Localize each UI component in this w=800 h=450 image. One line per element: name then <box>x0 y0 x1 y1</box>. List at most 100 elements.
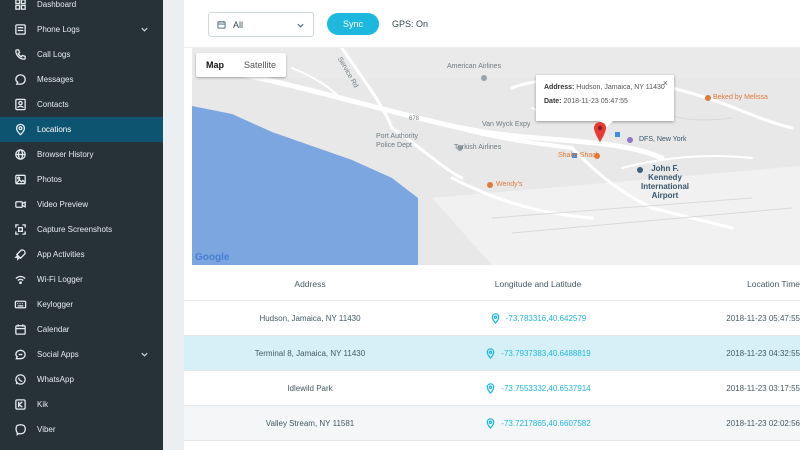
map-base <box>192 48 800 265</box>
phone-logs-icon <box>14 23 27 36</box>
filter-select[interactable]: All <box>208 12 314 37</box>
sidebar-item-label: Messages <box>37 75 74 84</box>
table-row[interactable]: Hudson, Jamaica, NY 11430 -73.783316,40.6… <box>184 301 800 336</box>
cell-address: Hudson, Jamaica, NY 11430 <box>259 313 361 323</box>
cell-coords[interactable]: -73.7553332,40.6537914 <box>436 382 640 394</box>
viber-icon <box>14 423 27 436</box>
sidebar-item-photos[interactable]: Photos <box>0 167 163 192</box>
sidebar-item-phone-logs[interactable]: Phone Logs <box>0 17 163 42</box>
tab-map[interactable]: Map <box>196 53 234 77</box>
phone-icon <box>14 48 27 61</box>
rocket-icon <box>14 248 27 261</box>
filter-value: All <box>233 19 244 30</box>
sidebar-item-capture-screenshots[interactable]: Capture Screenshots <box>0 217 163 242</box>
table-row[interactable]: Terminal 8, Jamaica, NY 11430 -73.7937383… <box>184 336 800 371</box>
column-header-address: Address <box>294 278 326 289</box>
sidebar-item-label: Social Apps <box>37 350 79 359</box>
table-row[interactable]: Idlewild Park -73.7553332,40.6537914 2018-… <box>184 371 800 406</box>
sync-button[interactable]: Sync <box>327 13 379 35</box>
location-pin-icon <box>485 382 496 394</box>
cell-address: Idlewild Park <box>287 383 333 393</box>
whatsapp-icon <box>14 373 27 386</box>
location-pin-icon <box>490 312 501 324</box>
cell-time: 2018-11-23 04:32:55 <box>726 348 800 358</box>
cell-coords[interactable]: -73.783316,40.642579 <box>436 312 640 324</box>
video-camera-icon <box>14 198 27 211</box>
cell-time: 2018-11-23 02:02:56 <box>726 418 800 428</box>
sidebar-item-calendar[interactable]: Calendar <box>0 317 163 342</box>
sidebar-item-label: WhatsApp <box>37 375 74 384</box>
cell-coords[interactable]: -73.7937383,40.6488819 <box>436 347 640 359</box>
sidebar-item-label: App Activities <box>37 250 85 259</box>
main-panel: All Sync GPS: On Map Satellite American … <box>184 0 800 450</box>
calendar-icon <box>14 323 27 336</box>
cell-time: 2018-11-23 03:17:55 <box>726 383 800 393</box>
coords-link[interactable]: -73.783316,40.642579 <box>506 314 587 323</box>
coords-link[interactable]: -73.7937383,40.6488819 <box>501 349 590 358</box>
table-row[interactable]: Valley Stream, NY 11581 -73.7217865,40.66… <box>184 406 800 441</box>
location-pin-icon <box>14 123 27 136</box>
kik-icon <box>14 398 27 411</box>
sidebar-item-label: Photos <box>37 175 62 184</box>
sidebar-item-call-logs[interactable]: Call Logs <box>0 42 163 67</box>
info-address: Address: Hudson, Jamaica, NY 11430 <box>544 84 665 91</box>
map-label-dfs: DFS, New York <box>639 136 687 143</box>
sidebar-item-label: Calendar <box>37 325 70 334</box>
coords-link[interactable]: -73.7217865,40.6607582 <box>501 419 590 428</box>
wifi-icon <box>14 273 27 286</box>
sidebar-item-video-preview[interactable]: Video Preview <box>0 192 163 217</box>
sidebar-item-locations[interactable]: Locations <box>0 117 163 142</box>
info-date: Date: 2018-11-23 05:47:55 <box>544 98 628 105</box>
sidebar-item-label: Viber <box>37 425 56 434</box>
keyboard-icon <box>14 298 27 311</box>
sidebar-item-kik[interactable]: Kik <box>0 392 163 417</box>
tab-satellite[interactable]: Satellite <box>234 53 286 77</box>
contacts-icon <box>14 98 27 111</box>
sidebar-item-keylogger[interactable]: Keylogger <box>0 292 163 317</box>
photo-icon <box>14 173 27 186</box>
sidebar-item-label: Contacts <box>37 100 69 109</box>
sidebar-item-label: Dashboard <box>37 0 77 9</box>
chat-bubble-icon <box>14 73 27 86</box>
location-marker-icon[interactable] <box>594 122 606 142</box>
map-label-turkish: Turkish Airlines <box>454 144 502 151</box>
sidebar-item-dashboard[interactable]: Dashboard <box>0 0 163 17</box>
sidebar-item-browser-history[interactable]: Browser History <box>0 142 163 167</box>
sidebar-item-label: Phone Logs <box>37 25 80 34</box>
calendar-icon <box>217 20 226 29</box>
close-icon[interactable]: × <box>663 78 668 88</box>
map-label-jfk: John F. Kennedy International Airport <box>641 164 690 200</box>
sidebar-item-label: Keylogger <box>37 300 74 309</box>
cell-time: 2018-11-23 05:47:55 <box>726 313 800 323</box>
cell-coords[interactable]: -73.7217865,40.6607582 <box>436 417 640 429</box>
sidebar-item-messages[interactable]: Messages <box>0 67 163 92</box>
location-pin-icon <box>485 347 496 359</box>
column-header-coords: Longitude and Latitude <box>494 278 582 289</box>
map-label-port-authority: Port Authority Police Dept <box>376 133 419 149</box>
sidebar-item-label: Capture Screenshots <box>37 225 113 234</box>
sidebar-item-contacts[interactable]: Contacts <box>0 92 163 117</box>
sidebar-item-social-apps[interactable]: Social Apps <box>0 342 163 367</box>
sidebar-item-app-activities[interactable]: App Activities <box>0 242 163 267</box>
map-label-beked: Beked by Melissa <box>713 94 768 101</box>
chevron-down-icon[interactable] <box>140 350 149 359</box>
map-view[interactable]: Map Satellite American Airlines Beked by… <box>192 48 800 265</box>
sidebar-item-label: Video Preview <box>37 200 88 209</box>
globe-icon <box>14 148 27 161</box>
coords-link[interactable]: -73.7553332,40.6537914 <box>501 384 590 393</box>
sidebar-item-wi-fi-logger[interactable]: Wi-Fi Logger <box>0 267 163 292</box>
map-label-van-wyck: Van Wyck Expy <box>482 121 531 128</box>
sidebar-item-label: Wi-Fi Logger <box>37 275 83 284</box>
location-pin-icon <box>485 417 496 429</box>
sidebar-item-viber[interactable]: Viber <box>0 417 163 442</box>
social-chat-icon <box>14 348 27 361</box>
map-label-shake-shack: Shake Shack <box>558 152 600 159</box>
sidebar-item-whatsapp[interactable]: WhatsApp <box>0 367 163 392</box>
map-label-american-airlines: American Airlines <box>447 63 502 70</box>
sidebar-item-label: Call Logs <box>37 50 71 59</box>
cell-address: Terminal 8, Jamaica, NY 11430 <box>254 348 366 358</box>
chevron-down-icon[interactable] <box>140 25 149 34</box>
info-window: × Address: Hudson, Jamaica, NY 11430 Dat… <box>536 75 674 128</box>
google-logo: Google <box>195 252 230 263</box>
locations-table: Address Longitude and Latitude Location … <box>184 267 800 441</box>
